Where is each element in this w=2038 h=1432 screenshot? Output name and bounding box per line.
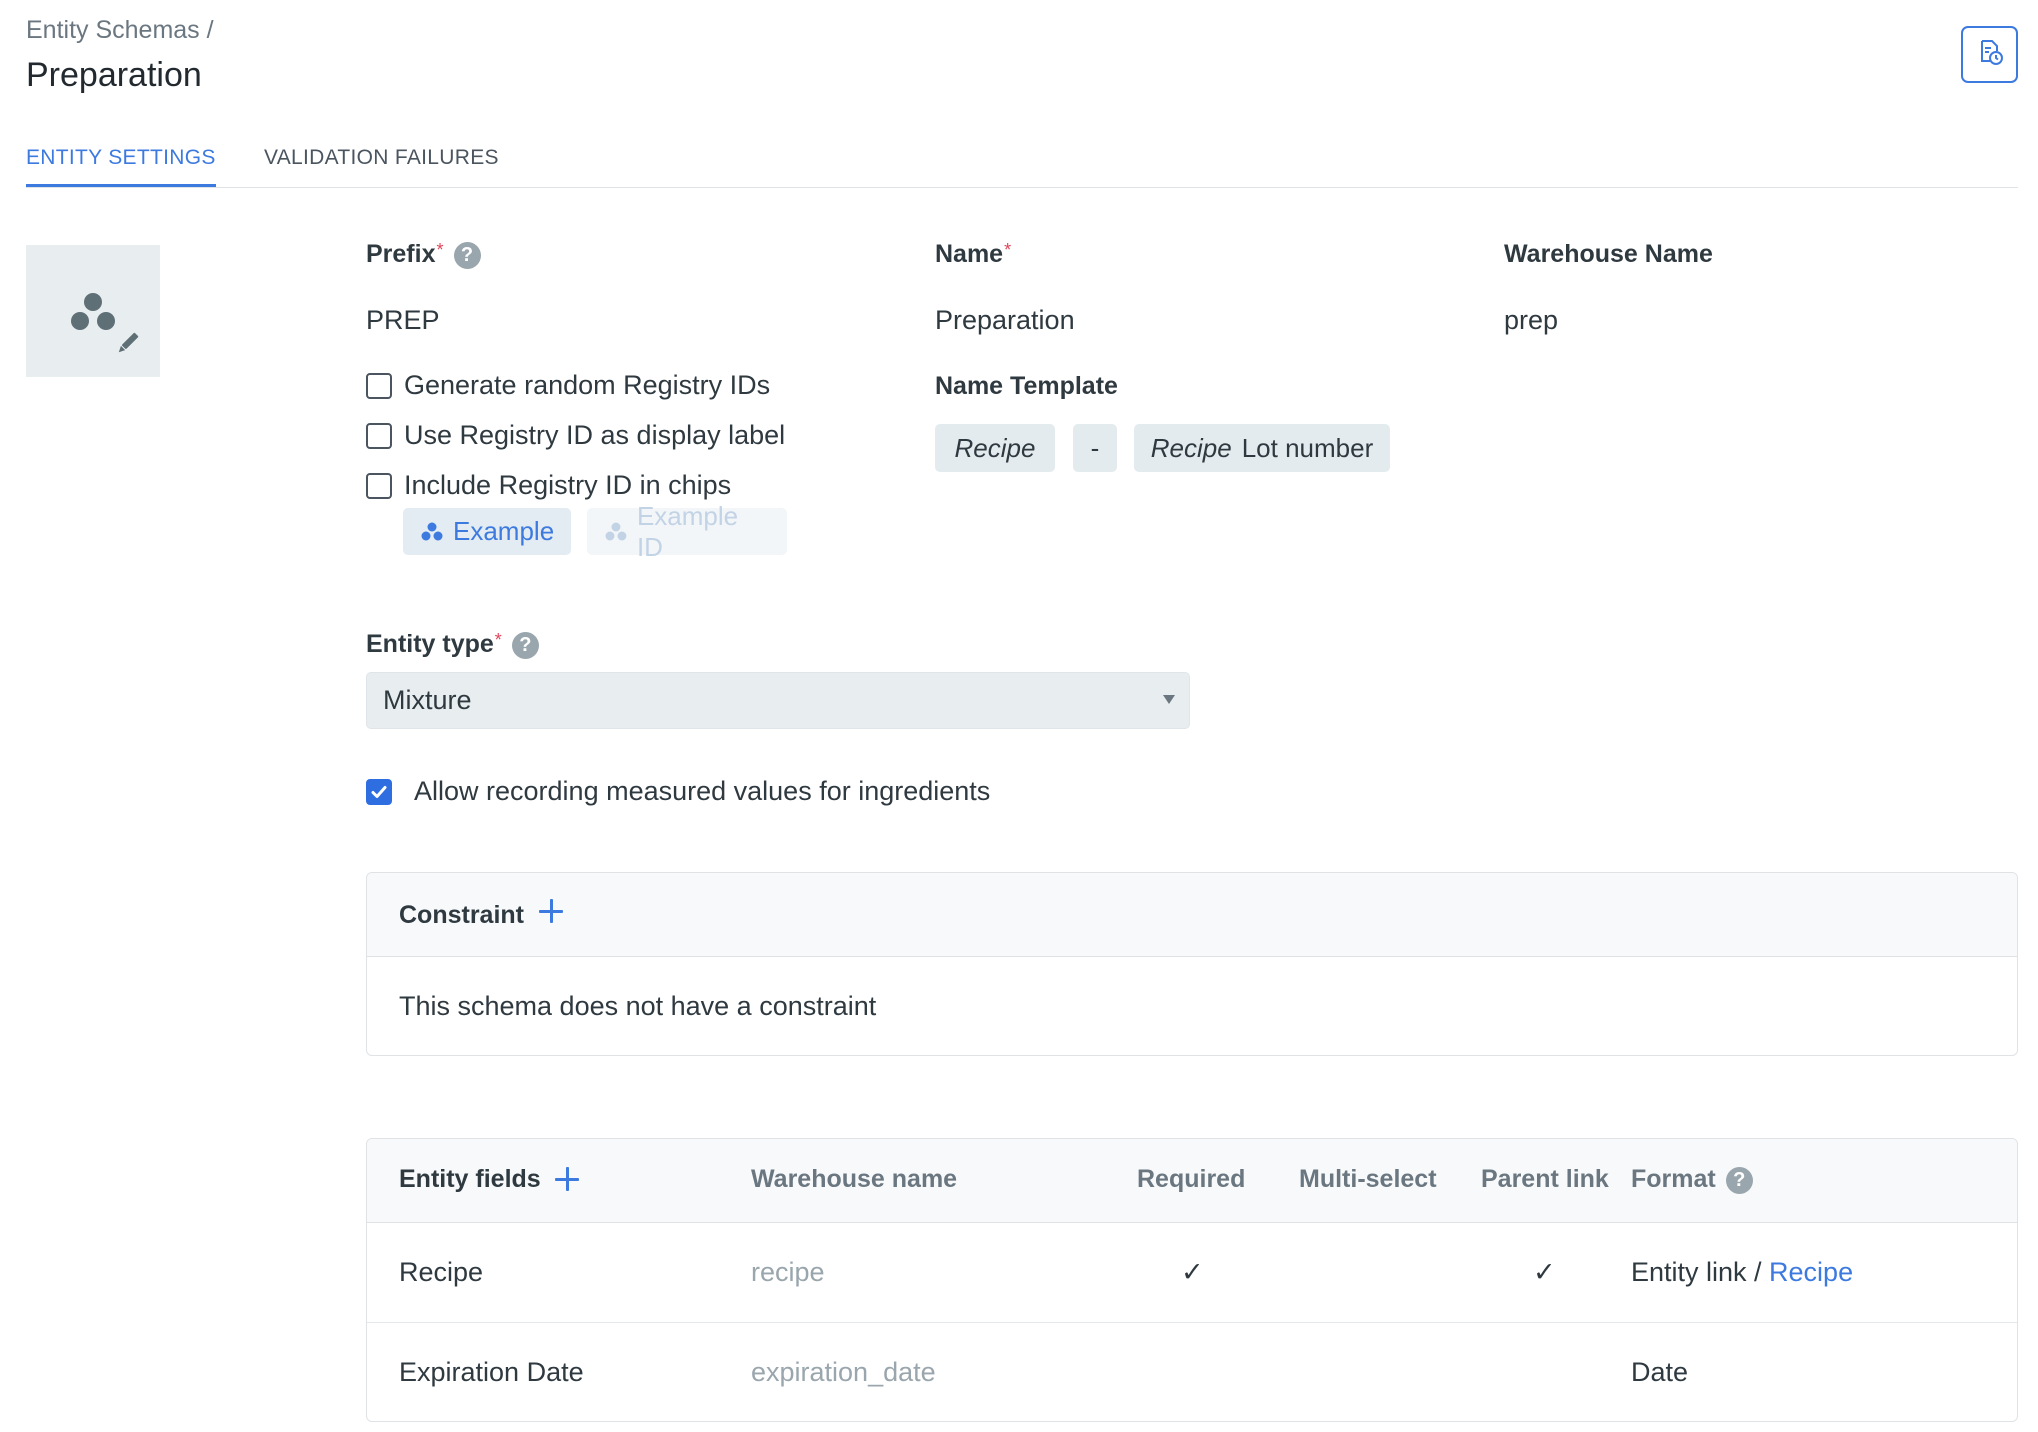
registry-id-in-chips-label: Include Registry ID in chips <box>404 470 732 500</box>
history-document-icon <box>1976 38 2004 71</box>
parent-link-check-icon: ✓ <box>1533 1257 1556 1287</box>
registry-id-display-label-checkbox[interactable] <box>366 422 392 449</box>
example-id-chip: Example ID <box>587 501 787 562</box>
prefix-label: Prefix*? <box>366 240 481 269</box>
registry-id-in-chips-option[interactable]: Include Registry ID in chips <box>366 470 731 501</box>
generate-random-ids-checkbox[interactable] <box>366 372 392 399</box>
field-name: Recipe <box>399 1257 484 1287</box>
allow-measured-values-checkbox[interactable] <box>366 778 392 805</box>
template-chip-separator[interactable]: - <box>1073 424 1117 472</box>
registry-id-display-label-option[interactable]: Use Registry ID as display label <box>366 420 785 451</box>
template-chip-recipe[interactable]: Recipe <box>935 424 1055 472</box>
entity-fields-header-row: Entity fields Warehouse name Required Mu… <box>367 1139 2017 1223</box>
table-row[interactable]: Recipe recipe ✓ ✓ Entity link / Recipe <box>367 1223 2017 1323</box>
format-help-icon[interactable]: ? <box>1725 1166 1753 1194</box>
field-warehouse-name: expiration_date <box>751 1357 936 1387</box>
schema-icon-editor[interactable] <box>26 245 160 377</box>
multi-select-header: Multi-select <box>1299 1165 1437 1193</box>
name-label: Name* <box>935 240 1012 268</box>
checkmark-icon <box>371 785 387 798</box>
entity-fields-table: Entity fields Warehouse name Required Mu… <box>366 1138 2018 1422</box>
warehouse-name-value: prep <box>1504 305 1559 335</box>
warehouse-name-label: Warehouse Name <box>1504 240 1713 268</box>
chevron-down-icon <box>1163 695 1175 704</box>
prefix-help-icon[interactable]: ? <box>453 241 481 269</box>
entity-type-select[interactable]: Mixture <box>366 672 1190 729</box>
parent-link-header: Parent link <box>1481 1165 1609 1193</box>
field-format: Date <box>1631 1357 1689 1387</box>
registry-id-in-chips-checkbox[interactable] <box>366 472 392 499</box>
required-mark: * <box>436 240 444 260</box>
allow-measured-values-option[interactable]: Allow recording measured values for ingr… <box>366 776 990 807</box>
registry-id-display-label-label: Use Registry ID as display label <box>404 420 786 450</box>
constraint-empty-text: This schema does not have a constraint <box>399 991 877 1021</box>
page-title: Preparation <box>26 56 202 94</box>
molecule-icon <box>605 522 627 540</box>
entity-fields-header: Entity fields <box>399 1165 541 1193</box>
prefix-value: PREP <box>366 305 440 335</box>
history-button[interactable] <box>1961 26 2018 83</box>
tab-validation-failures[interactable]: VALIDATION FAILURES <box>264 146 499 184</box>
name-value: Preparation <box>935 305 1075 335</box>
required-mark: * <box>1004 240 1012 260</box>
entity-type-label: Entity type*? <box>366 630 539 659</box>
pencil-icon <box>118 332 139 353</box>
allow-measured-values-label: Allow recording measured values for ingr… <box>414 776 991 806</box>
breadcrumb[interactable]: Entity Schemas / <box>26 16 214 45</box>
table-row[interactable]: Expiration Date expiration_date Date <box>367 1323 2017 1421</box>
format-header: Format? <box>1631 1165 1753 1194</box>
field-name: Expiration Date <box>399 1357 584 1387</box>
required-mark: * <box>494 630 502 650</box>
constraint-panel: Constraint This schema does not have a c… <box>366 872 2018 1056</box>
name-template-label: Name Template <box>935 372 1118 400</box>
generate-random-ids-label: Generate random Registry IDs <box>404 370 771 400</box>
constraint-panel-header: Constraint <box>367 873 2017 957</box>
required-check-icon: ✓ <box>1181 1257 1204 1287</box>
molecule-icon <box>71 293 115 330</box>
entity-type-help-icon[interactable]: ? <box>511 631 539 659</box>
entity-type-selected-value: Mixture <box>383 685 472 715</box>
field-format: Entity link / Recipe <box>1631 1257 1854 1287</box>
tab-bar: ENTITY SETTINGS VALIDATION FAILURES <box>26 146 2018 188</box>
format-link-recipe[interactable]: Recipe <box>1769 1257 1853 1287</box>
add-constraint-plus-icon[interactable] <box>539 899 563 923</box>
add-field-plus-icon[interactable] <box>555 1167 579 1191</box>
template-chip-recipe-lot-number[interactable]: Recipe Lot number <box>1134 424 1390 472</box>
field-warehouse-name: recipe <box>751 1257 825 1287</box>
required-header: Required <box>1137 1165 1246 1193</box>
generate-random-ids-option[interactable]: Generate random Registry IDs <box>366 370 770 401</box>
constraint-title: Constraint <box>399 901 524 929</box>
example-chip: Example <box>403 508 571 555</box>
warehouse-name-header: Warehouse name <box>751 1165 958 1193</box>
molecule-icon <box>421 522 443 540</box>
tab-entity-settings[interactable]: ENTITY SETTINGS <box>26 146 216 187</box>
